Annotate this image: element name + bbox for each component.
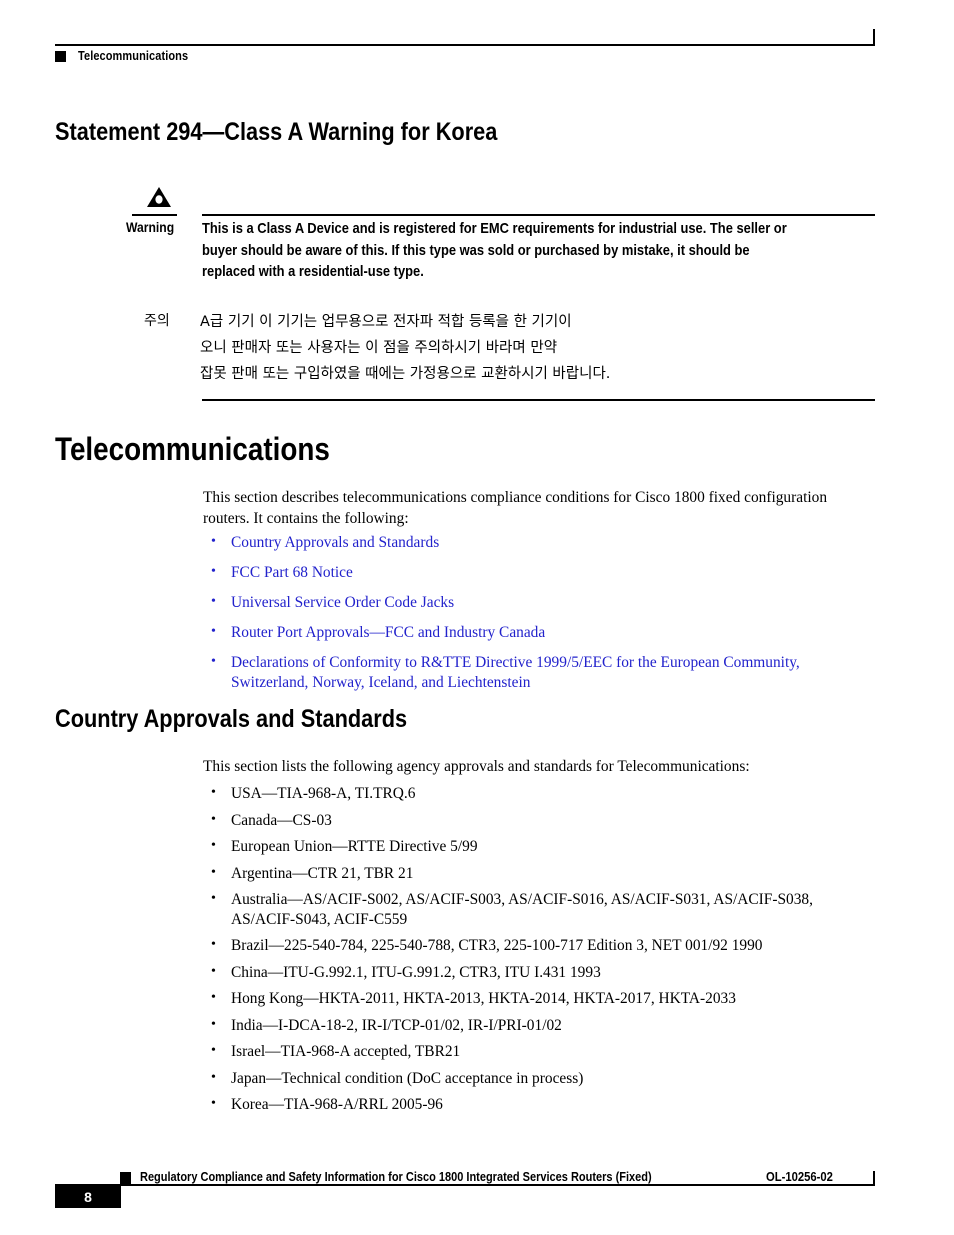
country-approvals-heading: Country Approvals and Standards [55, 705, 408, 733]
header-running-title: Telecommunications [78, 49, 189, 63]
footer-bullet-square-icon [120, 1172, 131, 1184]
header-rule [55, 44, 875, 46]
telecommunications-xref-list: Country Approvals and Standards FCC Part… [203, 532, 879, 703]
telecommunications-intro-paragraph: This section describes telecommunication… [203, 489, 828, 527]
warning-label: Warning [126, 220, 175, 235]
list-item: Brazil—225-540-784, 225-540-788, CTR3, 2… [203, 935, 879, 956]
list-item: India—I-DCA-18-2, IR-I/TCP-01/02, IR-I/P… [203, 1015, 879, 1036]
list-item: Korea—TIA-968-A/RRL 2005-96 [203, 1094, 879, 1115]
xref-link-router-port-approvals[interactable]: Router Port Approvals—FCC and Industry C… [231, 624, 545, 641]
statement-294-heading: Statement 294—Class A Warning for Korea [55, 118, 498, 146]
warning-body-text: This is a Class A Device and is register… [202, 221, 787, 280]
header-bullet-square-icon [55, 51, 66, 62]
korean-caution-label: 주의 [144, 313, 170, 329]
list-item: European Union—RTTE Directive 5/99 [203, 836, 879, 857]
list-item: Hong Kong—HKTA-2011, HKTA-2013, HKTA-201… [203, 988, 879, 1009]
list-item: Israel—TIA-968-A accepted, TBR21 [203, 1041, 879, 1062]
list-item: USA—TIA-968-A, TI.TRQ.6 [203, 783, 879, 804]
warning-triangle-icon [146, 185, 172, 209]
header-rule-end-tick [873, 29, 875, 46]
xref-link-country-approvals[interactable]: Country Approvals and Standards [231, 534, 439, 551]
list-item: Argentina—CTR 21, TBR 21 [203, 863, 879, 884]
footer-document-title: Regulatory Compliance and Safety Informa… [140, 1170, 652, 1184]
list-item: Canada—CS-03 [203, 810, 879, 831]
xref-link-declarations-of-conformity[interactable]: Declarations of Conformity to R&TTE Dire… [231, 654, 800, 691]
page-number: 8 [84, 1189, 92, 1205]
xref-link-usoc-jacks[interactable]: Universal Service Order Code Jacks [231, 594, 454, 611]
list-item[interactable]: Router Port Approvals—FCC and Industry C… [203, 622, 879, 643]
xref-link-fcc-part-68[interactable]: FCC Part 68 Notice [231, 564, 353, 581]
footer-document-id: OL-10256-02 [766, 1170, 833, 1184]
korean-caution-text: A급 기기 이 기기는 업무용으로 전자파 적합 등록을 한 기기이 오니 판매… [200, 314, 611, 382]
page-number-box: 8 [55, 1186, 121, 1208]
telecommunications-heading: Telecommunications [55, 431, 330, 467]
warning-bottom-rule [202, 399, 875, 401]
warning-top-rule [202, 214, 875, 216]
footer-rule-end-tick [873, 1171, 875, 1186]
list-item[interactable]: FCC Part 68 Notice [203, 562, 879, 583]
list-item[interactable]: Declarations of Conformity to R&TTE Dire… [203, 652, 879, 692]
warning-icon-rule [132, 214, 177, 216]
list-item[interactable]: Universal Service Order Code Jacks [203, 592, 879, 613]
page-header: Telecommunications [0, 0, 954, 80]
list-item[interactable]: Country Approvals and Standards [203, 532, 879, 553]
list-item: Australia—AS/ACIF-S002, AS/ACIF-S003, AS… [203, 889, 879, 929]
country-approvals-intro-paragraph: This section lists the following agency … [203, 758, 750, 775]
footer-rule [55, 1184, 875, 1186]
list-item: Japan—Technical condition (DoC acceptanc… [203, 1068, 879, 1089]
list-item: China—ITU-G.992.1, ITU-G.991.2, CTR3, IT… [203, 962, 879, 983]
country-approvals-list: USA—TIA-968-A, TI.TRQ.6 Canada—CS-03 Eur… [203, 783, 879, 1122]
page-footer: Regulatory Compliance and Safety Informa… [0, 1150, 954, 1235]
